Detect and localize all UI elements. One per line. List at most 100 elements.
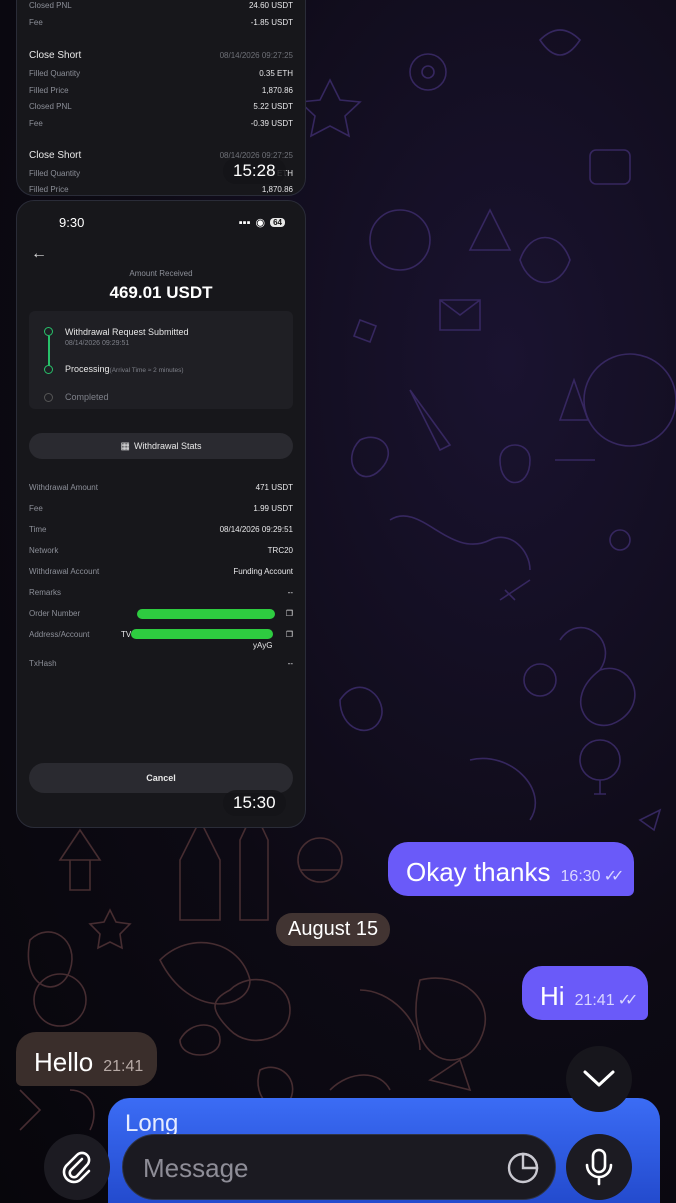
trade-title: Close Short [29,50,82,61]
sticker-icon[interactable] [505,1150,541,1186]
withdrawal-details: Withdrawal Amount 471 USDT Fee 1.99 USDT… [17,477,305,674]
detail-row: Closed PNL 24.60 USDT [17,1,305,10]
message-input[interactable] [143,1149,503,1187]
detail-value: -- [287,659,293,668]
detail-label: Filled Price [29,86,69,95]
redaction-scribble [137,609,275,619]
processing-dot-icon [44,365,53,374]
detail-value: 5.22 USDT [253,102,293,111]
cancel-button: Cancel [29,763,293,793]
trade-history-image[interactable]: Closed PNL 24.60 USDT Fee -1.85 USDT Clo… [16,0,306,196]
detail-label: Withdrawal Amount [29,483,98,492]
detail-value: 0.35 ETH [259,69,293,78]
detail-value: -0.39 USDT [250,119,293,128]
detail-value: 24.60 USDT [248,1,293,10]
progress-line [48,336,50,366]
pending-dot-icon [44,393,53,402]
step-processing-label: Processing [65,364,110,374]
stats-button-label: Withdrawal Stats [133,441,202,451]
amount-value: 469.01 USDT [109,283,213,302]
withdrawal-progress: Withdrawal Request Submitted 08/14/2026 … [29,311,293,409]
stats-icon: ▦ [120,440,130,452]
detail-value: 08/14/2026 09:29:51 [219,525,293,534]
withdrawal-stats-button: ▦ Withdrawal Stats [29,433,293,459]
detail-row: Fee -1.85 USDT [17,18,305,27]
detail-value: -1.85 USDT [250,18,293,27]
detail-row: Order Number ❐ [17,603,305,624]
detail-label: Fee [29,18,43,27]
copy-icon: ❐ [285,630,293,639]
message-time: 15:28 [223,158,286,184]
status-icons: ▪︎▪︎▪︎ ◉ 64 [239,216,285,229]
detail-label: Filled Quantity [29,169,81,178]
copy-icon: ❐ [285,609,293,618]
detail-row: Filled Price 1,870.86 [17,86,305,95]
address-suffix: yAyG [253,641,273,650]
detail-label: Closed PNL [29,1,72,10]
battery-icon: 64 [270,218,285,227]
check-circle-icon [44,327,53,336]
redaction-scribble [131,629,273,639]
step-submitted-time: 08/14/2026 09:29:51 [65,340,130,347]
phone-status-bar: 9:30 ▪︎▪︎▪︎ ◉ 64 [17,201,305,230]
outgoing-message[interactable]: Okay thanks 16:30 ✓✓ [388,842,635,896]
read-checkmarks-icon: ✓✓ [617,992,639,1009]
voice-record-button[interactable] [566,1134,632,1200]
detail-label: Closed PNL [29,102,72,111]
back-arrow-icon: ← [31,245,47,262]
message-field[interactable] [122,1134,556,1200]
detail-value: 1,870.86 [261,86,293,95]
trade-timestamp: 08/14/2026 09:27:25 [219,51,293,60]
detail-row: Closed PNL 5.22 USDT [17,102,305,111]
detail-value: -- [287,588,293,597]
detail-label: Network [29,546,59,555]
message-text: Okay thanks [406,857,551,887]
detail-row: Withdrawal Amount 471 USDT [17,477,305,498]
signal-icon: ▪︎▪︎▪︎ [238,216,251,229]
trade-title: Close Short [29,150,82,161]
detail-value: 471 USDT [255,483,293,492]
trade-header: Close Short 08/14/2026 09:27:25 [17,50,305,61]
detail-label: Fee [29,119,43,128]
detail-value: TV [121,630,132,639]
step-completed: Completed [65,392,109,402]
read-checkmarks-icon: ✓✓ [603,868,625,885]
detail-row: Withdrawal Account Funding Account [17,561,305,582]
step-processing-note: (Arrival Time ≈ 2 minutes) [109,367,184,374]
attach-button[interactable] [44,1134,110,1200]
message-time: 21:41 [103,1058,144,1075]
amount-label: Amount Received [129,269,193,278]
step-submitted: Withdrawal Request Submitted [65,327,189,337]
detail-value: TRC20 [267,546,293,555]
message-time: 21:41 [574,992,615,1009]
detail-label: Withdrawal Account [29,567,100,576]
date-separator: August 15 [276,913,391,946]
status-time: 9:30 [59,215,85,230]
detail-label: Time [29,525,47,534]
detail-row: Address/Account TV ❐ yAyG [17,624,305,650]
message-time: 15:30 [223,790,286,816]
detail-row: Time 08/14/2026 09:29:51 [17,519,305,540]
detail-row: Fee 1.99 USDT [17,498,305,519]
detail-value: 1,870.86 [261,185,293,194]
withdrawal-image[interactable]: 9:30 ▪︎▪︎▪︎ ◉ 64 ← Amount Received 469.0… [16,200,306,828]
incoming-message[interactable]: Hello 21:41 [16,1032,158,1086]
detail-label: Remarks [29,588,62,597]
outgoing-message[interactable]: Hi 21:41 ✓✓ [522,966,649,1020]
detail-label: Order Number [29,609,81,618]
detail-value: Funding Account [233,567,293,576]
detail-label: Address/Account [29,630,90,639]
message-time: 16:30 [560,868,601,885]
detail-row: Fee -0.39 USDT [17,119,305,128]
message-text: Hello [34,1047,94,1077]
microphone-icon [585,1148,613,1186]
paperclip-icon [62,1151,91,1184]
detail-row: Filled Quantity 0.35 ETH [17,69,305,78]
detail-label: Filled Quantity [29,69,81,78]
wifi-icon: ◉ [255,217,266,229]
detail-row: Filled Price 1,870.86 [17,185,305,194]
detail-row: Remarks -- [17,582,305,603]
scroll-to-bottom-button[interactable] [566,1046,632,1112]
detail-label: TxHash [29,659,57,668]
detail-value: 1.99 USDT [253,504,293,513]
